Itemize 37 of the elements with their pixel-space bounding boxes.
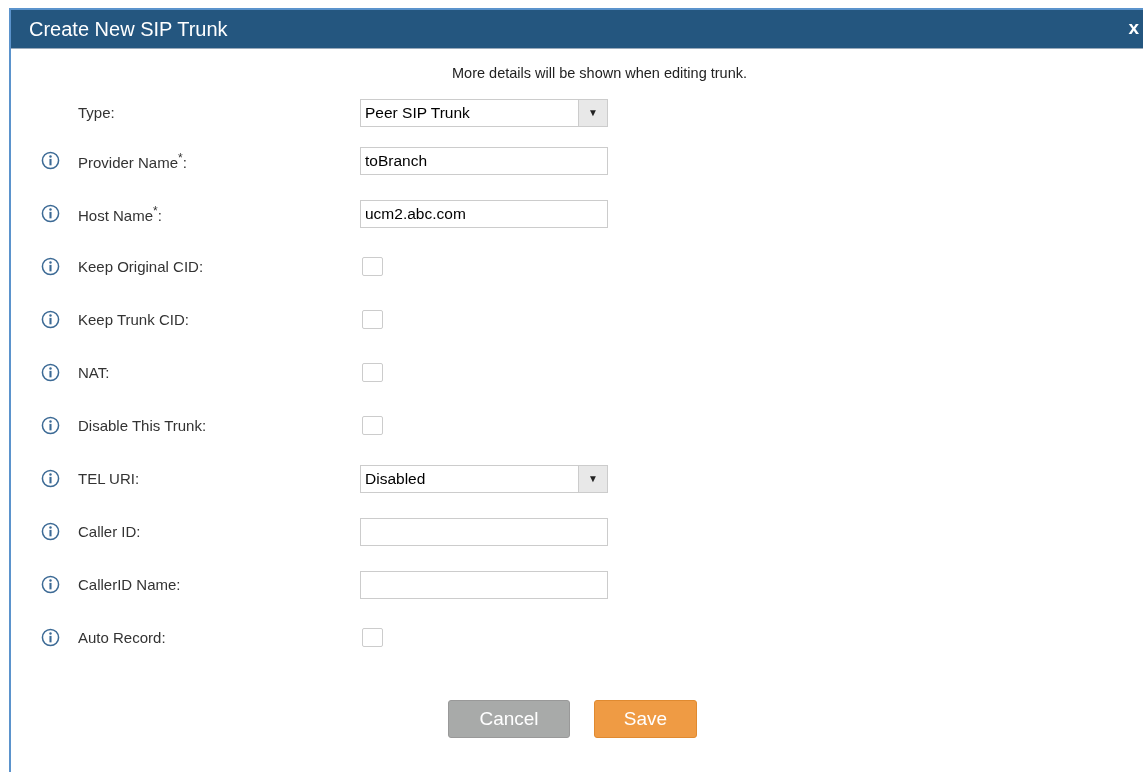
checkbox[interactable] <box>362 363 383 382</box>
field-label: Caller ID: <box>78 523 142 540</box>
checkbox[interactable] <box>362 257 383 276</box>
field-label: NAT: <box>78 364 111 381</box>
info-icon[interactable] <box>41 416 60 435</box>
info-note: More details will be shown when editing trunk. <box>451 65 748 81</box>
info-icon[interactable] <box>41 363 60 382</box>
info-icon[interactable] <box>41 522 60 541</box>
caret-icon: ▼ <box>578 465 607 492</box>
window-title: Create New SIP Trunk <box>29 17 228 41</box>
input-field[interactable]: toBranch <box>360 146 608 175</box>
close-button[interactable]: x <box>1128 17 1143 41</box>
field-label: Host Name$^{*}$: <box>78 203 163 224</box>
field-label: Provider Name$^{*}$: <box>78 150 188 171</box>
info-icon[interactable] <box>41 257 60 276</box>
input-field[interactable] <box>360 570 608 599</box>
info-icon[interactable] <box>41 628 60 647</box>
info-icon[interactable] <box>41 469 60 488</box>
dropdown[interactable]: Peer SIP Trunk ▼ <box>360 98 608 127</box>
field-label: CallerID Name: <box>78 576 182 593</box>
field-label: TEL URI: <box>78 470 141 487</box>
field-label: Auto Record: <box>78 629 167 646</box>
info-icon[interactable] <box>41 310 60 329</box>
info-icon[interactable] <box>41 151 60 170</box>
info-icon[interactable] <box>41 204 60 223</box>
caret-icon: ▼ <box>578 99 607 126</box>
field-label: Type: <box>78 104 116 121</box>
info-icon[interactable] <box>41 575 60 594</box>
checkbox[interactable] <box>362 310 383 329</box>
checkbox[interactable] <box>362 416 383 435</box>
input-field[interactable]: ucm2.abc.com <box>360 199 608 228</box>
input-field[interactable] <box>360 517 608 546</box>
checkbox[interactable] <box>362 628 383 647</box>
field-label: Keep Original CID: <box>78 258 205 275</box>
field-label: Disable This Trunk: <box>78 417 208 434</box>
dropdown[interactable]: Disabled ▼ <box>360 464 608 493</box>
field-label: Keep Trunk CID: <box>78 311 190 328</box>
